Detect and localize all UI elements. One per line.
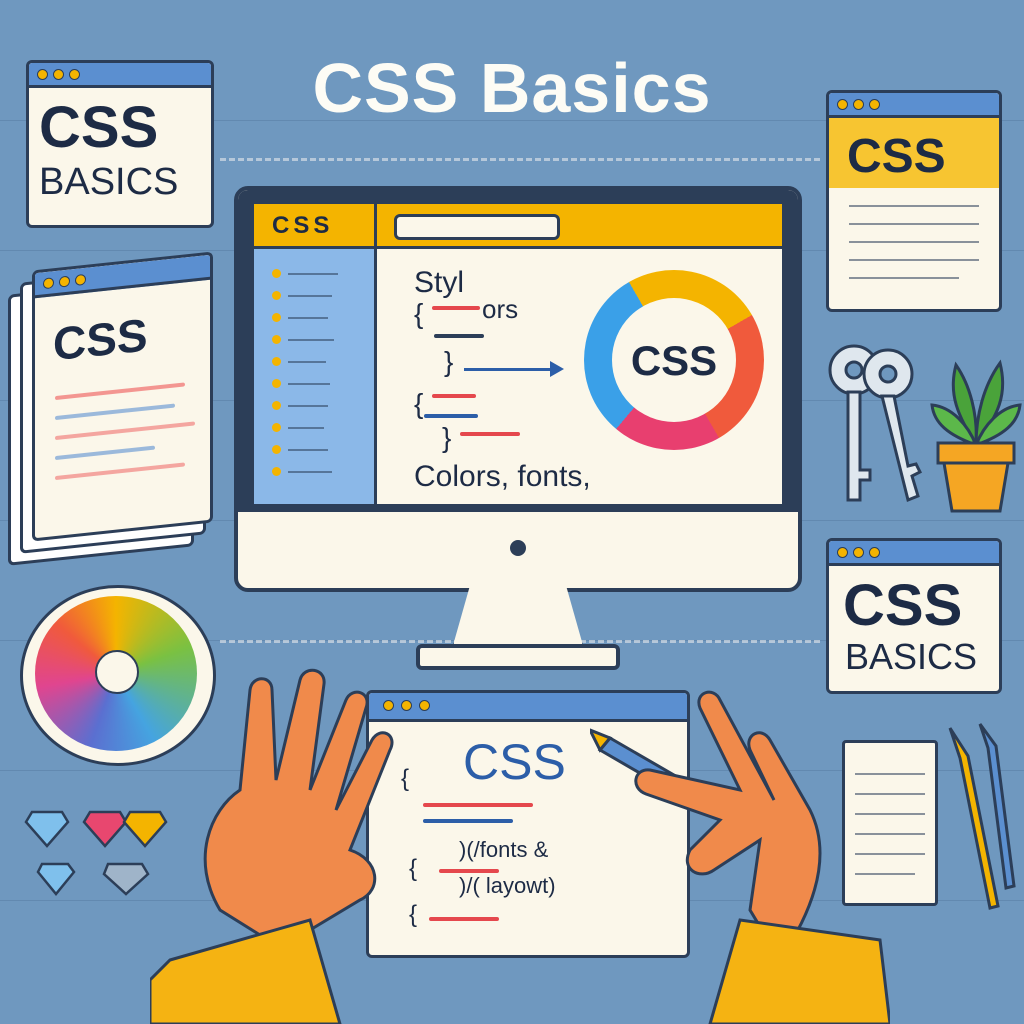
- monitor-tab-label: CSS: [272, 212, 334, 239]
- left-hand: [150, 668, 394, 1024]
- card-line-basics: BASICS: [39, 161, 179, 203]
- window-titlebar: [829, 541, 999, 566]
- divider-top: [220, 158, 820, 161]
- code-bracket: }: [442, 422, 452, 453]
- window-titlebar: [829, 93, 999, 118]
- card-line-css: CSS: [39, 95, 159, 160]
- keys-icon: [828, 344, 923, 503]
- window-titlebar: [29, 63, 211, 88]
- code-text-styl: Styl: [414, 266, 465, 299]
- gem-pink-icon: [82, 810, 128, 848]
- url-bar[interactable]: [394, 214, 560, 240]
- code-text-ors: ors: [482, 294, 519, 324]
- card-line-css: CSS: [843, 573, 963, 638]
- css-book: CSS: [8, 251, 213, 566]
- card-label-css: CSS: [847, 130, 946, 183]
- gem-lightblue-icon: [36, 862, 76, 896]
- code-line-layout: )/( layowt): [459, 873, 556, 898]
- right-hand: [590, 690, 890, 1024]
- code-bracket: }: [444, 346, 454, 377]
- power-button[interactable]: [510, 540, 526, 556]
- css-logo-label: CSS: [630, 337, 718, 384]
- monitor-caption: Colors, fonts,: [414, 460, 591, 493]
- plant-icon: [930, 359, 1022, 513]
- gem-blue-icon: [24, 810, 70, 848]
- top-left-card: CSS BASICS: [26, 60, 214, 228]
- monitor: CSS Styl ors { } { } CSS Colors, fonts,: [234, 186, 802, 592]
- code-bracket: {: [414, 388, 424, 419]
- arrow-icon: [550, 361, 564, 377]
- book-label-css: CSS: [53, 308, 148, 371]
- bottom-window-label: CSS: [463, 734, 566, 790]
- code-line-fonts: )(/fonts &: [459, 837, 549, 862]
- gem-grey-icon: [102, 862, 150, 896]
- sidebar: [254, 249, 374, 504]
- code-bracket: {: [414, 298, 424, 329]
- window-titlebar: [35, 254, 210, 299]
- monitor-screen: CSS Styl ors { } { } CSS Colors, fonts,: [254, 204, 782, 504]
- top-right-card: CSS: [826, 90, 1002, 312]
- pencils-icon: [948, 723, 1016, 910]
